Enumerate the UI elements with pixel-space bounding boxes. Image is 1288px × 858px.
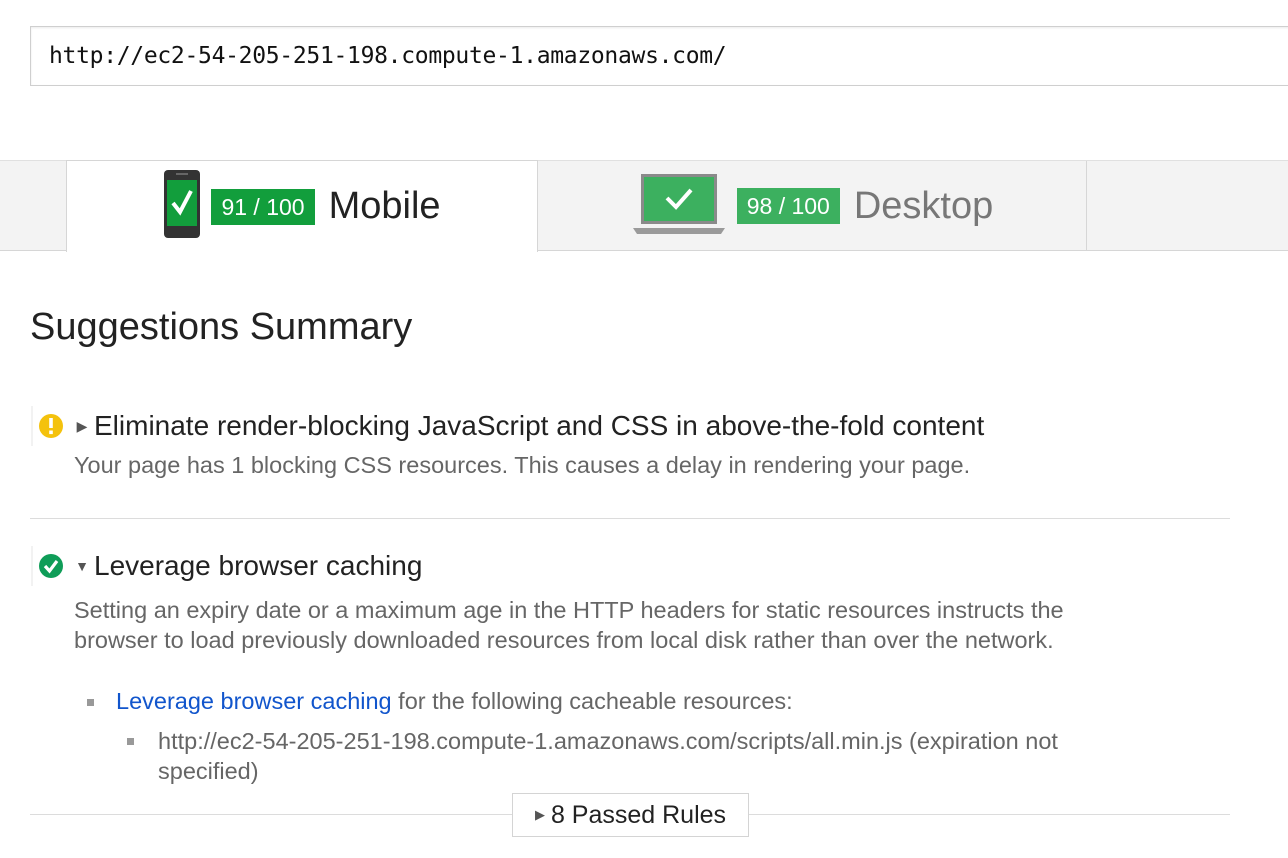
mobile-score-badge: 91 / 100: [211, 188, 315, 225]
rule-description: Your page has 1 blocking CSS resources. …: [74, 452, 971, 478]
resource-url: specified): [158, 758, 259, 784]
tab-desktop-label: Desktop: [853, 184, 994, 227]
laptop-check-icon: [631, 172, 727, 241]
bullet-icon: [127, 738, 134, 745]
url-field[interactable]: [30, 26, 1288, 86]
resource-url: http://ec2-54-205-251-198.compute-1.amaz…: [158, 728, 1058, 754]
detail-text: for the following cacheable resources:: [391, 688, 793, 714]
leverage-caching-link[interactable]: Leverage browser caching: [116, 688, 392, 714]
warning-icon: [30, 406, 70, 446]
expand-arrow-icon[interactable]: ▶: [70, 418, 94, 435]
passed-rules-button[interactable]: ▶ 8 Passed Rules: [512, 793, 749, 837]
list-item: Leverage browser caching for the followi…: [87, 686, 1227, 716]
tab-mobile[interactable]: 91 / 100 Mobile: [66, 160, 538, 252]
phone-check-icon: [163, 169, 201, 244]
rule-browser-caching: ▼ Leverage browser caching Setting an ex…: [30, 546, 1230, 655]
url-input[interactable]: [31, 27, 1288, 85]
device-tabs: 91 / 100 Mobile 98 / 100 Desktop: [0, 160, 1288, 252]
rule-title[interactable]: Eliminate render-blocking JavaScript and…: [94, 410, 984, 442]
rule-render-blocking: ▶ Eliminate render-blocking JavaScript a…: [30, 406, 1230, 480]
collapse-arrow-icon[interactable]: ▼: [70, 558, 94, 574]
desktop-score-badge: 98 / 100: [736, 188, 840, 224]
check-circle-icon: [30, 546, 70, 586]
rule-description: Setting an expiry date or a maximum age …: [74, 595, 1230, 655]
list-item: http://ec2-54-205-251-198.compute-1.amaz…: [87, 726, 1227, 786]
rule-description-line: Setting an expiry date or a maximum age …: [74, 597, 1064, 623]
expand-arrow-icon: ▶: [534, 807, 545, 822]
passed-rules-label: 8 Passed Rules: [550, 800, 727, 829]
bullet-icon: [87, 699, 94, 707]
page-title: Suggestions Summary: [30, 306, 413, 348]
tab-desktop[interactable]: 98 / 100 Desktop: [538, 161, 1087, 251]
divider: [30, 518, 1230, 519]
detail-list: Leverage browser caching for the followi…: [87, 686, 1227, 786]
rule-title[interactable]: Leverage browser caching: [94, 550, 422, 582]
rule-description-line: browser to load previously downloaded re…: [74, 627, 1054, 653]
tab-mobile-label: Mobile: [328, 185, 441, 227]
